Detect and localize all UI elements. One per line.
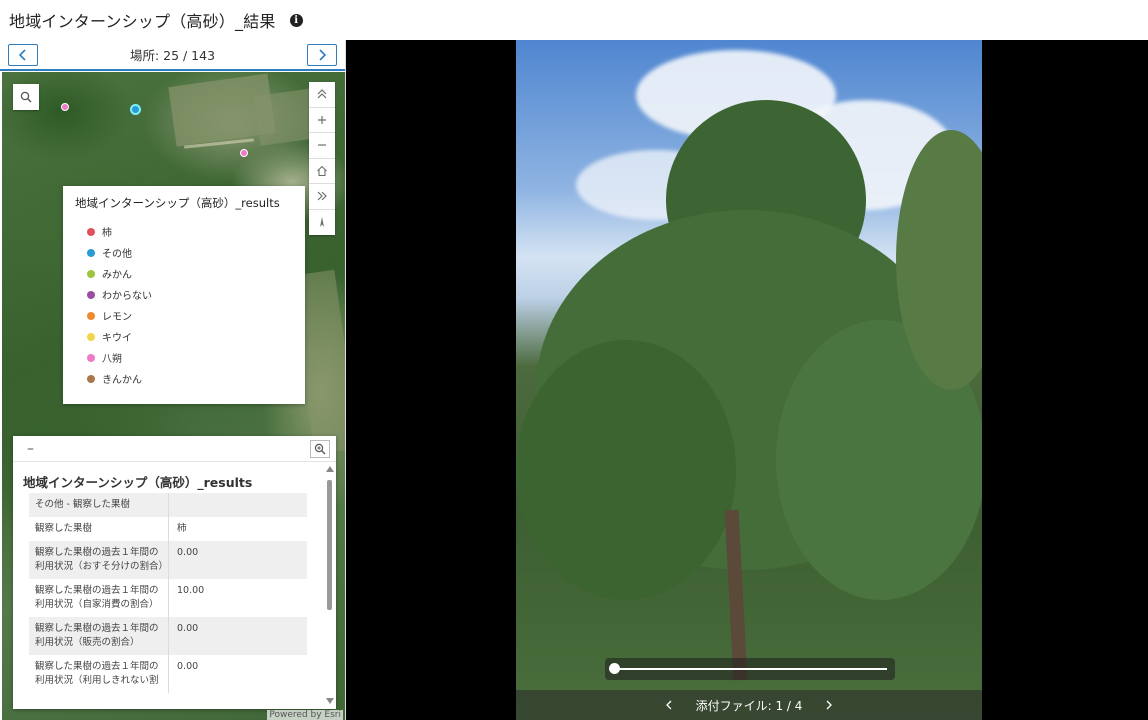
attribute-key: 観察した果樹の過去１年間の利用状況（利用しきれない割 bbox=[29, 655, 169, 693]
legend-swatch bbox=[87, 227, 95, 236]
attribute-value: 0.00 bbox=[177, 623, 199, 634]
popup-minimize-button[interactable]: – bbox=[27, 441, 34, 457]
chevron-right-icon bbox=[319, 48, 327, 61]
map-point-hassaku[interactable] bbox=[240, 149, 248, 157]
legend-item-mikan: みかん bbox=[75, 263, 293, 284]
legend-label: レモン bbox=[102, 312, 132, 323]
home-icon bbox=[317, 165, 327, 176]
minus-icon bbox=[318, 144, 326, 146]
legend-swatch bbox=[87, 332, 95, 341]
feature-popup: – 地域インターンシップ（高砂）_results その他 - 観察した果樹 観察… bbox=[13, 436, 336, 709]
plus-icon bbox=[318, 115, 326, 124]
collapse-controls-button[interactable] bbox=[309, 82, 335, 108]
legend-item-kinkan: きんかん bbox=[75, 368, 293, 389]
map-search-button[interactable] bbox=[13, 84, 39, 110]
chevron-left-icon bbox=[18, 48, 26, 61]
attribute-row: 観察した果樹の過去１年間の利用状況（自家消費の割合） 10.00 bbox=[29, 579, 307, 617]
attachment-navigator: 添付ファイル: 1 / 4 bbox=[516, 690, 982, 720]
location-counter: 場所: 25 / 143 bbox=[129, 48, 216, 63]
zoom-out-button[interactable] bbox=[309, 133, 335, 159]
legend-swatch bbox=[87, 374, 95, 383]
legend-item-hassaku: 八朔 bbox=[75, 347, 293, 368]
legend-swatch bbox=[87, 248, 95, 257]
legend-item-kiwi: キウイ bbox=[75, 326, 293, 347]
attribute-row: その他 - 観察した果樹 bbox=[29, 493, 307, 517]
legend-item-other: その他 bbox=[75, 242, 293, 263]
map-point-hassaku[interactable] bbox=[61, 103, 69, 111]
attribute-value: 0.00 bbox=[177, 661, 199, 672]
attribute-row: 観察した果樹柿 bbox=[29, 517, 307, 541]
legend-label: 八朔 bbox=[102, 354, 122, 365]
previous-button[interactable] bbox=[8, 43, 38, 66]
attribute-value: 0.00 bbox=[177, 547, 199, 558]
legend-swatch bbox=[87, 311, 95, 320]
attribute-key: 観察した果樹の過去１年間の利用状況（販売の割合） bbox=[29, 617, 169, 655]
scroll-up-icon[interactable] bbox=[326, 466, 334, 472]
attribute-value bbox=[169, 493, 307, 517]
scrubber-handle[interactable] bbox=[609, 663, 620, 674]
zoom-to-icon bbox=[314, 443, 326, 454]
attribute-row: 観察した果樹の過去１年間の利用状況（利用しきれない割 0.00 bbox=[29, 655, 307, 693]
compass-icon bbox=[320, 217, 324, 228]
legend-label: 柿 bbox=[102, 228, 112, 239]
popup-scrollbar[interactable] bbox=[326, 466, 334, 704]
attribute-row: 観察した果樹の過去１年間の利用状況（おすそ分けの割合） 0.00 bbox=[29, 541, 307, 579]
legend-item-kaki: 柿 bbox=[75, 221, 293, 242]
legend-item-lemon: レモン bbox=[75, 305, 293, 326]
legend-label: その他 bbox=[102, 249, 132, 260]
legend-swatch bbox=[87, 269, 95, 278]
double-chevron-up-icon bbox=[317, 89, 327, 99]
attribute-value: 柿 bbox=[177, 523, 187, 534]
next-button[interactable] bbox=[306, 43, 337, 66]
attribute-row: 観察した果樹の過去１年間の利用状況（販売の割合） 0.00 bbox=[29, 617, 307, 655]
popup-title: 地域インターンシップ（高砂）_results bbox=[23, 475, 253, 490]
legend-swatch bbox=[87, 353, 95, 362]
attribute-key: その他 - 観察した果樹 bbox=[29, 493, 169, 517]
popup-header: – bbox=[13, 436, 336, 462]
legend-label: キウイ bbox=[102, 333, 132, 344]
expand-button[interactable] bbox=[309, 184, 335, 210]
attribute-key: 観察した果樹の過去１年間の利用状況（おすそ分けの割合） bbox=[29, 541, 169, 579]
attachment-viewer: 添付ファイル: 1 / 4 bbox=[346, 40, 1148, 720]
scroll-down-icon[interactable] bbox=[326, 698, 334, 704]
zoom-in-button[interactable] bbox=[309, 108, 335, 133]
attribute-table: その他 - 観察した果樹 観察した果樹柿 観察した果樹の過去１年間の利用状況（お… bbox=[29, 493, 307, 693]
attribute-key: 観察した果樹 bbox=[29, 517, 169, 541]
video-scrubber[interactable] bbox=[605, 658, 895, 680]
map-controls bbox=[309, 82, 335, 235]
scrubber-track bbox=[613, 668, 887, 670]
search-icon bbox=[20, 91, 32, 103]
attachment-photo: 添付ファイル: 1 / 4 bbox=[516, 40, 982, 720]
legend-label: わからない bbox=[102, 291, 152, 302]
legend-item-unknown: わからない bbox=[75, 284, 293, 305]
attribute-value: 10.00 bbox=[177, 585, 205, 596]
home-button[interactable] bbox=[309, 159, 335, 184]
map-point-selected[interactable] bbox=[130, 104, 141, 115]
scroll-thumb[interactable] bbox=[327, 480, 332, 610]
popup-zoom-to-button[interactable] bbox=[310, 439, 330, 458]
map-view[interactable]: 地域インターンシップ（高砂）_results 柿 その他 みかん わからない レ… bbox=[2, 72, 345, 720]
app-title: 地域インターンシップ（高砂）_結果 bbox=[9, 12, 276, 31]
legend-label: きんかん bbox=[102, 375, 142, 386]
double-chevron-right-icon bbox=[317, 191, 327, 201]
attribute-key: 観察した果樹の過去１年間の利用状況（自家消費の割合） bbox=[29, 579, 169, 617]
compass-button[interactable] bbox=[309, 210, 335, 236]
info-icon[interactable]: i bbox=[289, 13, 303, 27]
attachment-counter: 添付ファイル: 1 / 4 bbox=[695, 698, 803, 713]
location-navigator: 場所: 25 / 143 bbox=[0, 40, 345, 71]
photo-foliage bbox=[516, 340, 736, 600]
legend-panel: 地域インターンシップ（高砂）_results 柿 その他 みかん わからない レ… bbox=[63, 186, 305, 404]
previous-attachment-icon[interactable] bbox=[664, 700, 674, 710]
map-attribution: Powered by Esri bbox=[267, 710, 343, 720]
legend-swatch bbox=[87, 290, 95, 299]
next-attachment-icon[interactable] bbox=[824, 700, 834, 710]
legend-title: 地域インターンシップ（高砂）_results bbox=[75, 196, 280, 210]
legend-label: みかん bbox=[102, 270, 132, 281]
app-header: 地域インターンシップ（高砂）_結果 i bbox=[0, 0, 1148, 40]
